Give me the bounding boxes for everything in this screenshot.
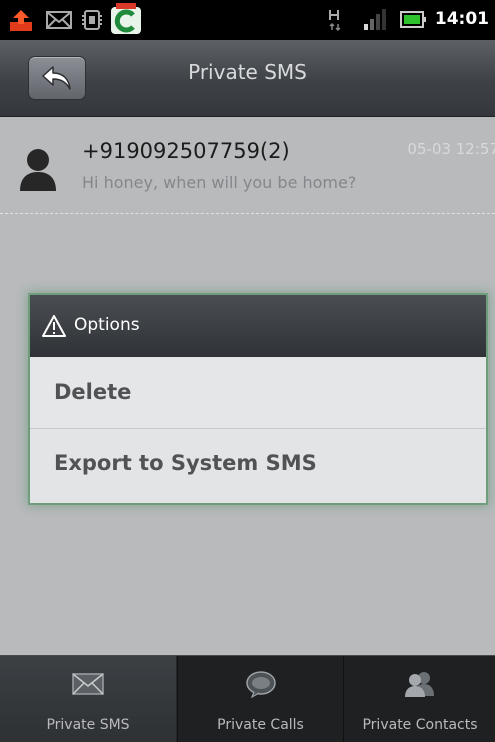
contacts-icon xyxy=(405,672,434,697)
options-dialog: Options Delete Export to System SMS xyxy=(30,295,486,503)
h-network-icon xyxy=(329,10,341,32)
tab-private-contacts[interactable]: Private Contacts xyxy=(343,656,495,742)
warning-icon xyxy=(42,315,66,337)
mail-icon xyxy=(46,11,72,29)
page-title: Private SMS xyxy=(188,60,307,84)
dialog-title: Options xyxy=(74,315,140,335)
comodo-app-icon xyxy=(111,3,141,34)
export-option-label: Export to System SMS xyxy=(54,451,317,475)
tab-private-sms[interactable]: Private SMS xyxy=(0,656,176,742)
settings-chip-icon xyxy=(82,10,102,30)
export-to-system-sms-option[interactable]: Export to System SMS xyxy=(30,429,486,499)
call-bubble-icon xyxy=(245,671,276,698)
tab-label: Private Contacts xyxy=(362,717,478,733)
clock-time: 14:01 xyxy=(434,9,489,29)
bottom-tab-bar: Private SMS Private Calls Private Contac… xyxy=(0,655,495,742)
delete-option-label: Delete xyxy=(54,380,132,404)
dialog-header: Options xyxy=(30,295,486,357)
signal-icon xyxy=(364,9,386,30)
upload-alert-icon xyxy=(10,10,32,31)
tab-label: Private SMS xyxy=(46,717,130,733)
envelope-icon xyxy=(72,673,104,695)
title-bar: Private SMS xyxy=(0,40,495,117)
phone-screen: 14:01 Private SMS +919092507759(2) 05-03… xyxy=(0,0,495,742)
status-bar: 14:01 xyxy=(0,0,495,40)
battery-icon xyxy=(400,11,426,28)
delete-option[interactable]: Delete xyxy=(30,358,486,429)
tab-private-calls[interactable]: Private Calls xyxy=(177,656,343,742)
tab-label: Private Calls xyxy=(217,717,304,733)
